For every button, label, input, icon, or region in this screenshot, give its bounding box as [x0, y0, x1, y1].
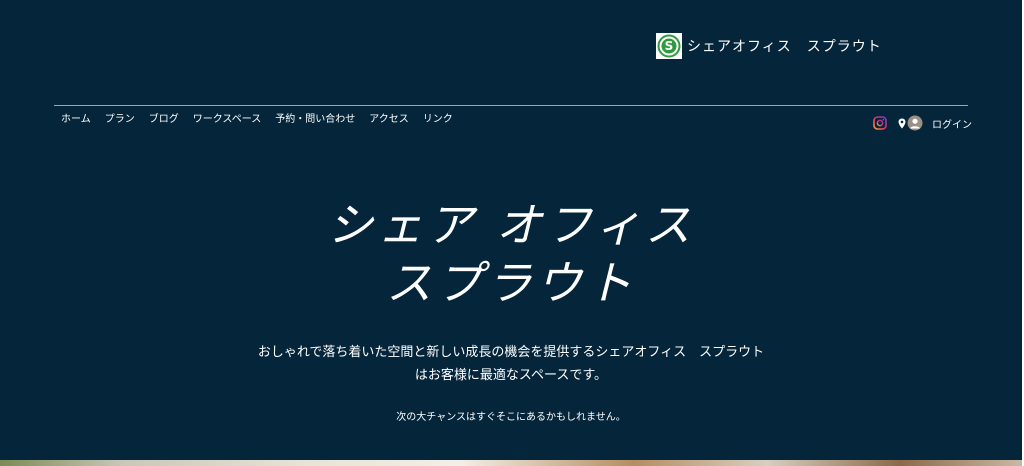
header-tools: ログイン: [873, 114, 972, 132]
nav-item-workspace[interactable]: ワークスペース: [186, 112, 269, 128]
main-nav: ホーム プラン ブログ ワークスペース 予約・問い合わせ アクセス リンク: [54, 112, 460, 128]
nav-item-links[interactable]: リンク: [416, 112, 460, 128]
brand[interactable]: S シェアオフィス スプラウト: [656, 33, 882, 59]
hero-description-line-2: はお客様に最適なスペースです。: [414, 368, 608, 383]
logo-letter: S: [665, 39, 674, 53]
nav-item-plan[interactable]: プラン: [98, 112, 142, 128]
page: S シェアオフィス スプラウト ホーム プラン ブログ ワークスペース 予約・問…: [0, 0, 1022, 466]
sprout-logo-icon[interactable]: S: [656, 33, 682, 59]
hero-subtext: 次の大チャンスはすぐそこにあるかもしれません。: [396, 412, 626, 423]
hero-description: おしゃれで落ち着いた空間と新しい成長の機会を提供するシェアオフィス スプラウト …: [0, 341, 1022, 387]
instagram-icon[interactable]: [873, 116, 887, 130]
user-avatar-icon[interactable]: [907, 115, 923, 131]
map-pin-icon[interactable]: [898, 118, 906, 129]
nav-item-blog[interactable]: ブログ: [142, 112, 186, 128]
hero-title-line-1: シェア オフィス: [327, 198, 695, 252]
login-button[interactable]: ログイン: [932, 116, 972, 131]
hero-description-line-1: おしゃれで落ち着いた空間と新しい成長の機会を提供するシェアオフィス スプラウト: [257, 345, 765, 360]
hero-photo-strip: [0, 460, 1022, 466]
hero-title-line-2: スプラウト: [386, 256, 636, 310]
nav-item-home[interactable]: ホーム: [54, 112, 98, 128]
nav-item-reservation-contact[interactable]: 予約・問い合わせ: [268, 112, 362, 128]
header-divider: [54, 105, 968, 106]
hero-title: シェア オフィス スプラウト: [0, 196, 1022, 312]
brand-name[interactable]: シェアオフィス スプラウト: [687, 36, 882, 56]
nav-item-access[interactable]: アクセス: [362, 112, 416, 128]
